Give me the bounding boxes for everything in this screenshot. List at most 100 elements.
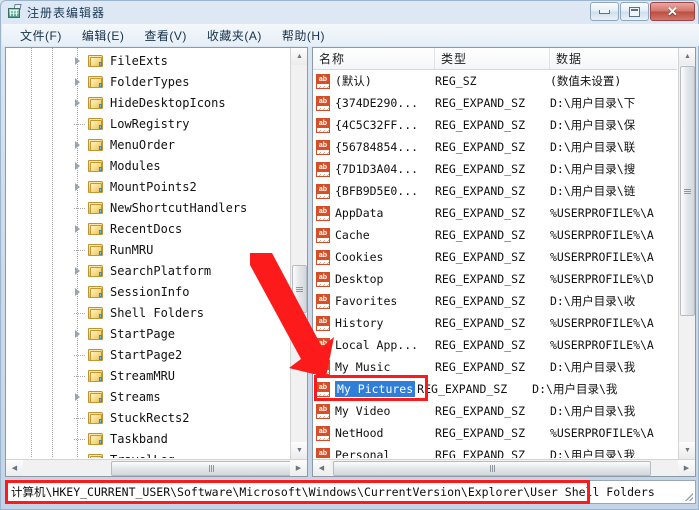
chevron-right-icon[interactable] <box>72 223 83 234</box>
cell-name[interactable]: My Pictures <box>335 381 417 397</box>
tree-item-travellog[interactable]: TravelLog <box>6 449 289 458</box>
folder-icon <box>88 432 104 446</box>
table-row[interactable]: abFavoritesREG_EXPAND_SZD:\用户目录\收 <box>313 290 677 312</box>
tree-item-recentdocs[interactable]: RecentDocs <box>6 218 289 239</box>
cell-data: D:\用户目录\搜 <box>550 161 677 177</box>
table-row[interactable]: abNetHoodREG_EXPAND_SZ%USERPROFILE%\A <box>313 422 677 444</box>
chevron-right-icon[interactable] <box>72 328 83 339</box>
menu-item-favorites[interactable]: 收藏夹(A) <box>197 25 272 46</box>
tree-item-mountpoints2[interactable]: MountPoints2 <box>6 176 289 197</box>
chevron-right-icon[interactable] <box>72 160 83 171</box>
tree-connector <box>74 313 86 314</box>
menu-item-help[interactable]: 帮助(H) <box>272 25 335 46</box>
tree-vertical-scrollbar[interactable]: ▲ ▼ <box>290 48 307 459</box>
table-row[interactable]: ab{7D1D3A04...REG_EXPAND_SZD:\用户目录\搜 <box>313 158 677 180</box>
tree-item-startpage2[interactable]: StartPage2 <box>6 344 289 365</box>
chevron-right-icon[interactable] <box>72 55 83 66</box>
column-header-type[interactable]: 类型 <box>435 48 550 69</box>
column-header-name[interactable]: 名称 <box>313 48 435 69</box>
tree-item-label: LowRegistry <box>110 117 189 131</box>
table-row[interactable]: ab{BFB9D5E0...REG_EXPAND_SZD:\用户目录\链 <box>313 180 677 202</box>
tree-item-startpage[interactable]: StartPage <box>6 323 289 344</box>
tree-item-label: MountPoints2 <box>110 180 197 194</box>
chevron-right-icon[interactable] <box>72 265 83 276</box>
table-row[interactable]: ab(默认)REG_SZ(数值未设置) <box>313 70 677 92</box>
tree-hscrollbar-thumb[interactable] <box>111 461 308 476</box>
tree-item-shell-folders[interactable]: Shell Folders <box>6 302 289 323</box>
tree-scroll-right-icon[interactable]: ▶ <box>290 460 307 477</box>
folder-icon <box>88 54 104 68</box>
chevron-right-icon[interactable] <box>72 76 83 87</box>
folder-icon <box>88 285 104 299</box>
string-value-icon: ab <box>316 426 331 441</box>
list-scrollbar-thumb[interactable] <box>680 66 695 316</box>
cell-name: AppData <box>335 206 435 220</box>
tree-item-stuckrects2[interactable]: StuckRects2 <box>6 407 289 428</box>
table-row[interactable]: abDesktopREG_EXPAND_SZ%USERPROFILE%\D <box>313 268 677 290</box>
string-value-icon: ab <box>316 360 331 375</box>
string-value-icon: ab <box>316 382 331 397</box>
chevron-right-icon[interactable] <box>72 139 83 150</box>
tree-item-sessioninfo[interactable]: SessionInfo <box>6 281 289 302</box>
list-scroll-right-icon[interactable]: ▶ <box>678 460 695 477</box>
table-row[interactable]: abCacheREG_EXPAND_SZ%USERPROFILE%\A <box>313 224 677 246</box>
maximize-button[interactable] <box>620 2 649 21</box>
tree-item-streammru[interactable]: StreamMRU <box>6 365 289 386</box>
list-hscrollbar-thumb[interactable] <box>333 461 651 476</box>
cell-type: REG_EXPAND_SZ <box>435 338 550 352</box>
list-vertical-scrollbar[interactable]: ▲ ▼ <box>678 48 695 459</box>
cell-data: %USERPROFILE%\A <box>550 338 677 352</box>
table-row[interactable]: ab{56784854...REG_EXPAND_SZD:\用户目录\联 <box>313 136 677 158</box>
tree-scrollbar-thumb[interactable] <box>292 265 307 313</box>
values-list: ab(默认)REG_SZ(数值未设置)ab{374DE290...REG_EXP… <box>313 70 677 458</box>
table-row[interactable]: abMy MusicREG_EXPAND_SZD:\用户目录\我 <box>313 356 677 378</box>
tree-item-newshortcuthandlers[interactable]: NewShortcutHandlers <box>6 197 289 218</box>
list-scroll-down-icon[interactable]: ▼ <box>679 442 696 459</box>
minimize-button[interactable] <box>590 2 619 21</box>
chevron-right-icon[interactable] <box>72 97 83 108</box>
close-button[interactable]: ✕ <box>650 2 695 21</box>
table-row[interactable]: abAppDataREG_EXPAND_SZ%USERPROFILE%\A <box>313 202 677 224</box>
string-value-icon: ab <box>316 448 331 459</box>
folder-icon <box>88 75 104 89</box>
tree-item-menuorder[interactable]: MenuOrder <box>6 134 289 155</box>
table-row[interactable]: ab{374DE290...REG_EXPAND_SZD:\用户目录\下 <box>313 92 677 114</box>
tree-scroll-down-icon[interactable]: ▼ <box>291 442 308 459</box>
title-bar[interactable]: 注册表编辑器 ✕ <box>1 1 698 23</box>
tree-item-lowregistry[interactable]: LowRegistry <box>6 113 289 134</box>
list-scroll-up-icon[interactable]: ▲ <box>679 48 696 65</box>
folder-icon <box>88 348 104 362</box>
tree-item-runmru[interactable]: RunMRU <box>6 239 289 260</box>
menu-item-view[interactable]: 查看(V) <box>134 25 197 46</box>
tree-item-taskband[interactable]: Taskband <box>6 428 289 449</box>
chevron-right-icon[interactable] <box>72 391 83 402</box>
cell-type: REG_EXPAND_SZ <box>435 360 550 374</box>
table-row[interactable]: abMy PicturesREG_EXPAND_SZD:\用户目录\我 <box>313 378 677 400</box>
tree-scroll-up-icon[interactable]: ▲ <box>291 48 308 65</box>
column-header-data[interactable]: 数据 <box>550 48 677 69</box>
table-row[interactable]: abLocal App...REG_EXPAND_SZ%USERPROFILE%… <box>313 334 677 356</box>
table-row[interactable]: abMy VideoREG_EXPAND_SZD:\用户目录\我 <box>313 400 677 422</box>
chevron-right-icon[interactable] <box>72 181 83 192</box>
tree-scroll-left-icon[interactable]: ◀ <box>6 460 23 477</box>
chevron-right-icon[interactable] <box>72 286 83 297</box>
tree-item-foldertypes[interactable]: FolderTypes <box>6 71 289 92</box>
list-horizontal-scrollbar[interactable]: ◀ ▶ <box>313 459 695 476</box>
table-row[interactable]: abPersonalREG_EXPAND_SZD:\用户目录\我 <box>313 444 677 458</box>
menu-item-edit[interactable]: 编辑(E) <box>72 25 135 46</box>
table-row[interactable]: abHistoryREG_EXPAND_SZ%USERPROFILE%\A <box>313 312 677 334</box>
menu-item-file[interactable]: 文件(F) <box>10 25 72 46</box>
tree-horizontal-scrollbar[interactable]: ◀ ▶ <box>6 459 307 476</box>
tree-item-fileexts[interactable]: FileExts <box>6 50 289 71</box>
cell-name: My Music <box>335 360 435 374</box>
folder-icon <box>88 453 104 459</box>
list-scroll-left-icon[interactable]: ◀ <box>313 460 330 477</box>
cell-type: REG_EXPAND_SZ <box>435 294 550 308</box>
tree-item-searchplatform[interactable]: SearchPlatform <box>6 260 289 281</box>
resize-grip-icon[interactable] <box>683 491 693 501</box>
tree-item-streams[interactable]: Streams <box>6 386 289 407</box>
tree-item-hidedesktopicons[interactable]: HideDesktopIcons <box>6 92 289 113</box>
table-row[interactable]: abCookiesREG_EXPAND_SZ%USERPROFILE%\A <box>313 246 677 268</box>
table-row[interactable]: ab{4C5C32FF...REG_EXPAND_SZD:\用户目录\保 <box>313 114 677 136</box>
tree-item-modules[interactable]: Modules <box>6 155 289 176</box>
